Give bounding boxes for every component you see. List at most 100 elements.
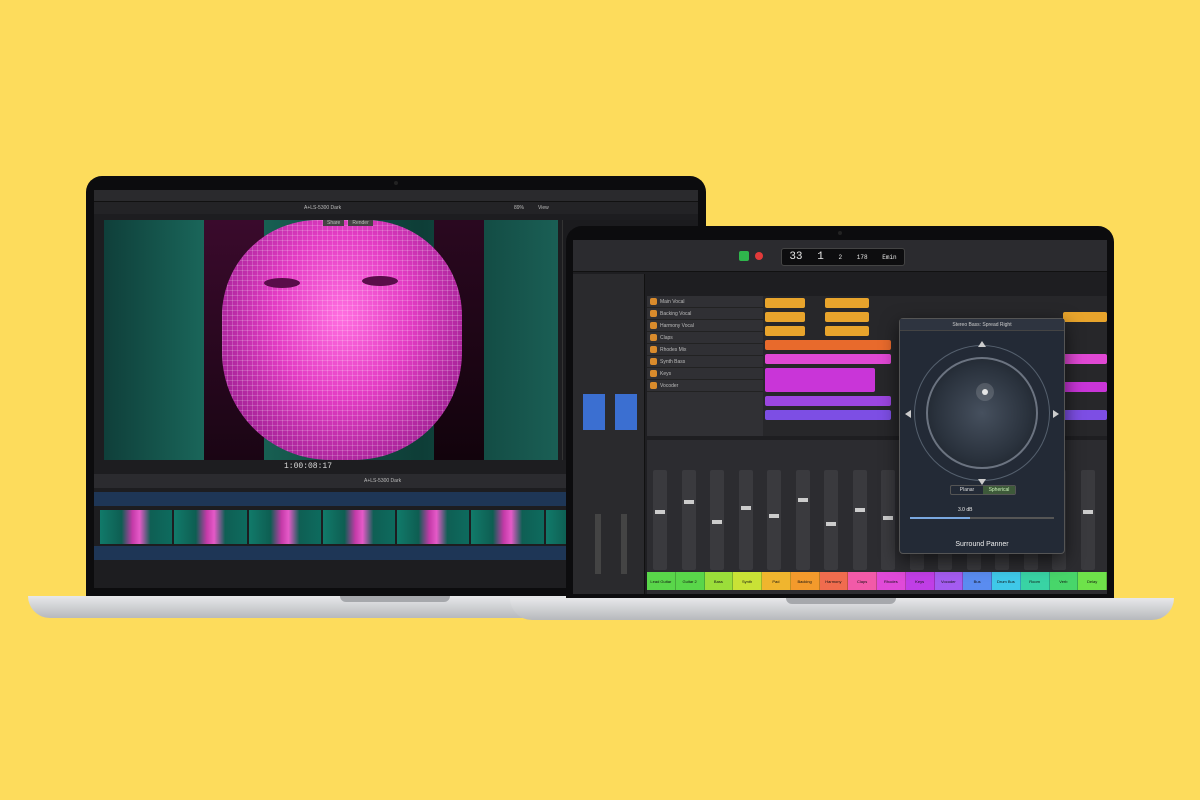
instrument-icon <box>650 322 657 329</box>
clip-thumbnail <box>397 510 470 544</box>
channel-strip <box>738 470 753 570</box>
channel-strip <box>795 470 810 570</box>
render-button[interactable]: Render <box>348 220 373 226</box>
track-header[interactable]: Claps <box>647 332 763 344</box>
channel-label: Pad <box>762 572 791 590</box>
instrument-icon <box>650 358 657 365</box>
left-laptop-notch <box>340 596 450 602</box>
track-header[interactable]: Vocoder <box>647 380 763 392</box>
instrument-icon <box>650 334 657 341</box>
channel-label: Rhodes <box>877 572 906 590</box>
mode-spherical[interactable]: Spherical <box>983 486 1015 494</box>
share-button[interactable]: Share <box>323 220 345 226</box>
volume-fader[interactable] <box>826 522 836 526</box>
spread-value: 3.0 dB <box>958 507 973 513</box>
channel-strip <box>852 470 867 570</box>
channel-strip <box>767 470 781 570</box>
track-name: Keys <box>660 370 672 377</box>
panner-mode-toggle[interactable]: Planar Spherical <box>950 485 1016 495</box>
channel-label: Verb <box>1049 572 1079 590</box>
play-icon[interactable] <box>739 251 749 261</box>
track-name: Synth Bass <box>660 358 686 365</box>
instrument-icon <box>650 310 657 317</box>
right-laptop: 33 1 2 178 Emin Main Vocal Backing Vocal H… <box>566 226 1114 600</box>
instrument-icon <box>650 346 657 353</box>
channel-strip <box>881 470 895 570</box>
volume-fader[interactable] <box>769 514 779 518</box>
channel-label: Bass <box>704 572 734 590</box>
lcd-bar: 33 <box>789 251 803 263</box>
mixer-channel-labels: Lead Guitar Guitar 2 Bass Synth Pad Backing Ha… <box>647 572 1107 590</box>
clip-thumbnail <box>174 510 247 544</box>
channel-strip <box>824 470 838 570</box>
channel-strip <box>710 470 724 570</box>
channel-label: Bus <box>963 572 992 590</box>
right-laptop-notch <box>786 598 896 604</box>
track-name: Backing Vocal <box>660 310 692 317</box>
eye-right <box>362 276 398 286</box>
face-tracking-mesh <box>222 220 462 460</box>
track-name: Vocoder <box>660 382 679 389</box>
instrument-icon <box>650 298 657 305</box>
track-name: Rhodes Mix <box>660 346 687 353</box>
channel-label: Delay <box>1078 572 1107 590</box>
volume-fader[interactable] <box>655 510 665 514</box>
eye-left <box>264 278 300 288</box>
channel-strip <box>681 470 696 570</box>
track-header[interactable]: Main Vocal <box>647 296 763 308</box>
channel-label: Drum Bus <box>992 572 1021 590</box>
speaker-front-icon <box>978 341 986 347</box>
lcd-division: 2 <box>838 253 843 261</box>
clip-thumbnail <box>100 510 173 544</box>
timecode-display: 1:00:08:17 <box>284 462 333 471</box>
channel-label: Vocoder <box>934 572 964 590</box>
timeline-title: A+LS-5300 Dark <box>364 478 402 484</box>
volume-fader[interactable] <box>883 516 893 520</box>
channel-label: Room <box>1020 572 1050 590</box>
panner-position-dot[interactable] <box>982 389 988 395</box>
channel-label: Synth <box>733 572 762 590</box>
clip-thumbnail <box>248 510 321 544</box>
channel-label: Harmony <box>819 572 849 590</box>
panner-header: Stereo Bass: Spread Right <box>900 319 1064 331</box>
instrument-icon <box>650 370 657 377</box>
track-headers: Main Vocal Backing Vocal Harmony Vocal Clap… <box>647 296 763 436</box>
track-header[interactable]: Rhodes Mix <box>647 344 763 356</box>
volume-fader[interactable] <box>712 520 722 524</box>
transport-bar: 33 1 2 178 Emin <box>573 240 1107 272</box>
mode-planar[interactable]: Planar <box>951 486 983 494</box>
camera-icon <box>394 181 398 185</box>
surround-panner-window[interactable]: Stereo Bass: Spread Right Planar Spheric… <box>899 318 1065 554</box>
volume-fader[interactable] <box>740 506 751 510</box>
menu-bar <box>94 190 698 202</box>
track-header[interactable]: Harmony Vocal <box>647 320 763 332</box>
view-menu[interactable]: View <box>538 205 549 211</box>
volume-fader[interactable] <box>854 508 865 512</box>
track-name: Claps <box>660 334 673 341</box>
volume-fader[interactable] <box>1082 510 1093 514</box>
channel-label: Lead Guitar <box>647 572 676 590</box>
window-title: A+LS-5300 Dark <box>304 205 342 211</box>
track-header[interactable]: Backing Vocal <box>647 308 763 320</box>
speaker-left-icon <box>905 410 911 418</box>
track-header[interactable]: Synth Bass <box>647 356 763 368</box>
track-name: Harmony Vocal <box>660 322 694 329</box>
volume-fader[interactable] <box>797 498 808 502</box>
clip-thumbnail <box>322 510 395 544</box>
zoom-menu[interactable]: 89% <box>514 205 524 211</box>
instrument-icon <box>650 382 657 389</box>
viewer-toolbar: A+LS-5300 Dark 89% View <box>94 202 698 214</box>
camera-icon <box>838 231 842 235</box>
volume-fader[interactable] <box>683 500 694 504</box>
track-header[interactable]: Keys <box>647 368 763 380</box>
track-name: Main Vocal <box>660 298 685 305</box>
channel-label: Guitar 2 <box>675 572 705 590</box>
spread-slider[interactable]: 3.0 dB <box>910 507 1054 525</box>
record-icon[interactable] <box>755 252 763 260</box>
lcd-tick: 178 <box>856 253 868 261</box>
channel-label: Keys <box>905 572 935 590</box>
lcd-beat: 1 <box>817 251 824 263</box>
video-viewer[interactable]: Share Render <box>104 220 558 460</box>
panner-dial[interactable] <box>926 357 1038 469</box>
speaker-right-icon <box>1053 410 1059 418</box>
